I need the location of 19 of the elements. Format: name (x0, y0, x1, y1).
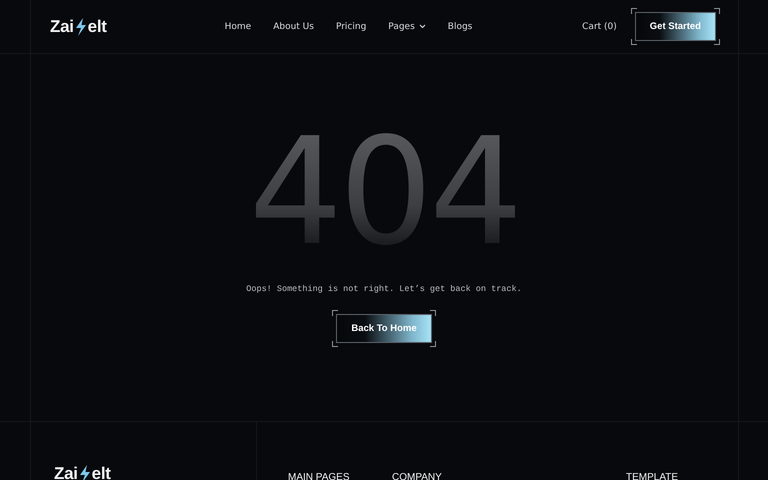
nav-link[interactable]: Pages (388, 22, 426, 32)
nav-link[interactable]: Blogs (448, 22, 472, 32)
logo-text: elt (92, 464, 111, 480)
nav-link[interactable]: About Us (273, 22, 314, 32)
footer-heading: TEMPLATE (626, 472, 680, 480)
logo-text: Zai (50, 16, 74, 36)
nav-link[interactable]: Pricing (336, 22, 366, 32)
chevron-down-icon (418, 24, 426, 29)
logo-text: Zai (54, 464, 78, 480)
footer-heading: MAIN PAGES (288, 472, 350, 480)
lightning-bolt-icon (78, 465, 92, 480)
back-to-home-button[interactable]: Back To Home (336, 314, 432, 343)
cart-link[interactable]: Cart (0) (582, 22, 617, 32)
error-message: Oops! Something is not right. Let’s get back on track. (246, 284, 522, 294)
get-started-button[interactable]: Get Started (634, 12, 716, 41)
logo-text: elt (88, 16, 107, 36)
nav-link[interactable]: Home (224, 22, 252, 32)
lightning-bolt-icon (74, 18, 88, 36)
footer-heading: COMPANY (392, 472, 443, 480)
